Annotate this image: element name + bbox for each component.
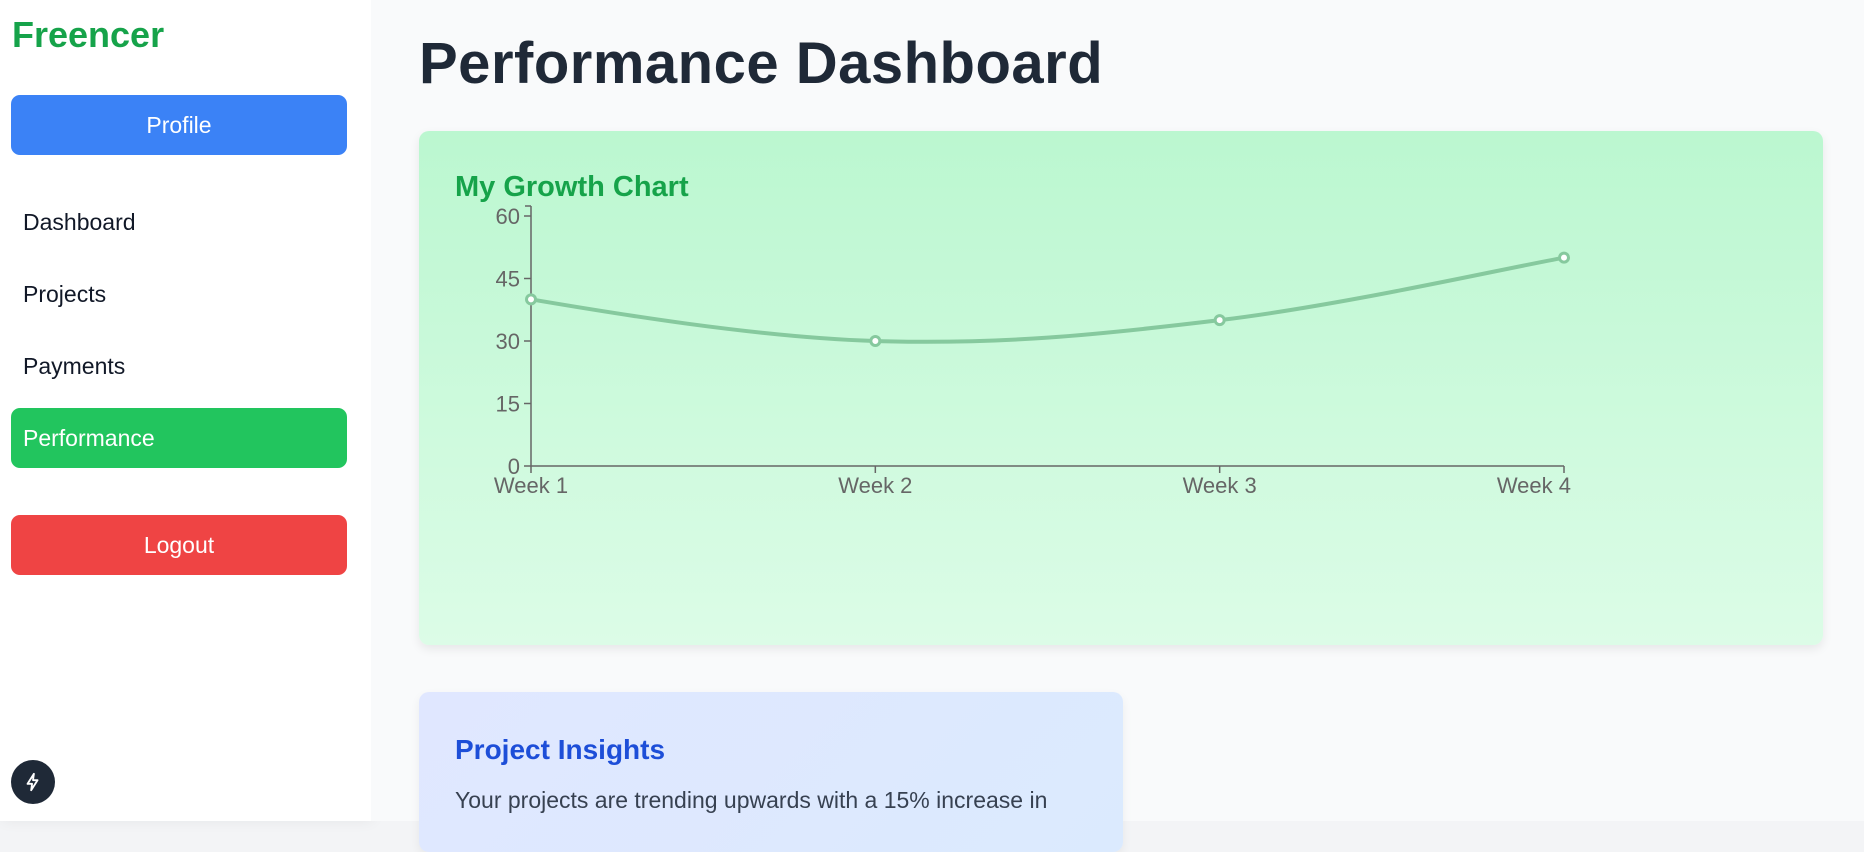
sidebar-item-performance[interactable]: Performance [11, 408, 347, 468]
y-tick-label: 45 [496, 267, 520, 292]
data-point [1213, 314, 1226, 327]
logout-button[interactable]: Logout [11, 515, 347, 575]
sidebar-item-label: Projects [23, 280, 107, 307]
x-tick-label: Week 4 [1497, 473, 1571, 498]
sidebar: Freencer Profile Dashboard Projects Paym… [0, 0, 371, 821]
data-point [869, 335, 882, 347]
data-point [525, 293, 537, 306]
data-point [1558, 251, 1570, 264]
y-tick-label: 15 [496, 392, 520, 417]
sidebar-item-label: Dashboard [23, 208, 136, 235]
growth-chart: 015304560Week 1 Week 2 Week 3 Week 4 [494, 204, 1571, 498]
project-insights-card: Project Insights Your projects are trend… [419, 692, 1123, 852]
insights-title: Project Insights [455, 734, 666, 765]
sidebar-item-label: Performance [23, 424, 155, 451]
y-tick-label: 60 [496, 204, 520, 229]
lightning-icon[interactable] [11, 760, 55, 804]
y-tick-label: 30 [496, 329, 520, 354]
main-content: Performance Dashboard My Growth Chart 01… [371, 0, 1864, 852]
brand-logo[interactable]: Freencer [12, 14, 164, 56]
sidebar-item-payments[interactable]: Payments [11, 336, 347, 396]
x-tick-label: Week 2 [838, 473, 912, 498]
sidebar-item-dashboard[interactable]: Dashboard [11, 192, 347, 252]
insights-text: Your projects are trending upwards with … [455, 787, 1048, 813]
x-tick-label: Week 1 [494, 473, 568, 498]
lightning-glyph [26, 772, 39, 792]
profile-button[interactable]: Profile [11, 95, 347, 155]
series-line [529, 255, 1566, 344]
growth-chart-card: My Growth Chart 0 15 30 45 60 Week 1 Week 2 Wee… [419, 131, 1823, 645]
x-tick-label: Week 3 [1183, 473, 1257, 498]
sidebar-item-label: Payments [23, 352, 126, 379]
page-title: Performance Dashboard [419, 31, 1104, 96]
sidebar-item-projects[interactable]: Projects [11, 264, 347, 324]
